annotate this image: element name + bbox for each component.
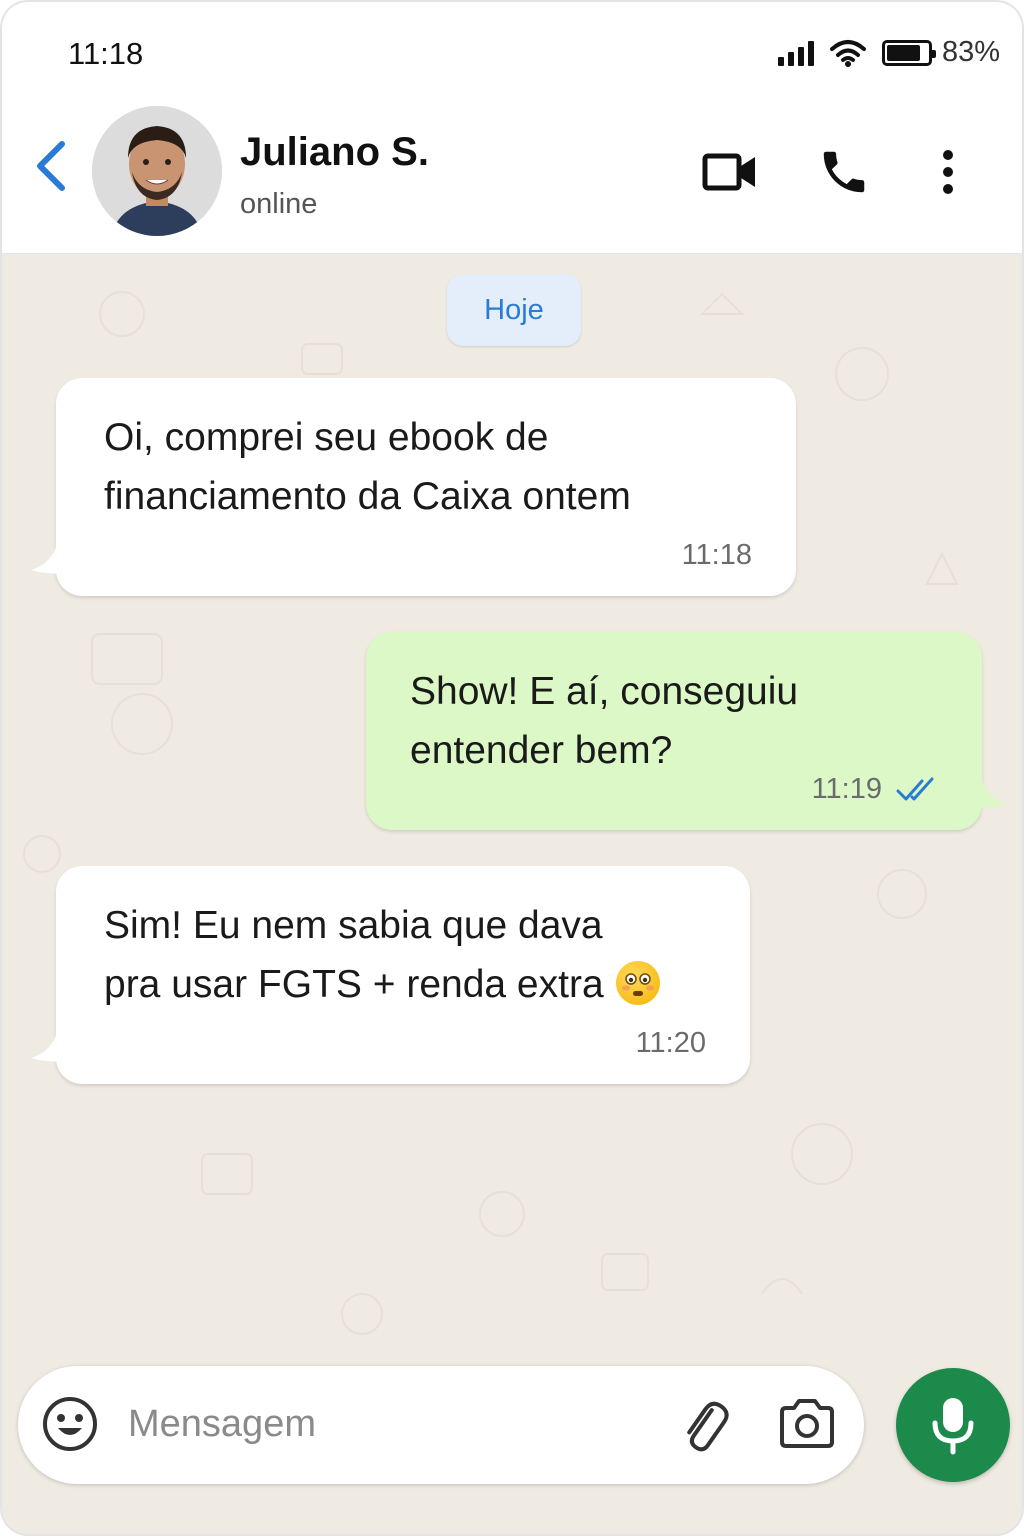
message-text: Show! E aí, conseguiu entender bem? <box>410 670 799 772</box>
chat-area[interactable]: Hoje Oi, comprei seu ebook de financiame… <box>2 254 1022 1364</box>
phone-icon <box>823 151 865 193</box>
mic-button[interactable] <box>896 1368 1010 1482</box>
message-bubble-incoming[interactable]: Oi, comprei seu ebook de financiamento d… <box>32 378 796 596</box>
status-bar: 11:18 83% <box>2 2 1022 102</box>
emoji-icon[interactable] <box>40 1394 100 1454</box>
status-icons: 83% <box>777 36 1000 69</box>
double-check-icon <box>896 777 934 800</box>
chat-header: Juliano S. online <box>2 102 1022 254</box>
message-composer <box>18 1366 864 1484</box>
voice-call-button[interactable] <box>814 142 874 202</box>
contact-name[interactable]: Juliano S. <box>240 130 429 175</box>
contact-status: online <box>240 188 318 220</box>
message-meta: 11:20 <box>636 1027 706 1060</box>
video-call-button[interactable] <box>700 142 760 202</box>
message-bubble-outgoing[interactable]: Show! E aí, conseguiu entender bem? 11:1… <box>366 632 1006 830</box>
avatar-image <box>92 106 222 236</box>
more-vert-icon <box>943 150 953 194</box>
message-text: Sim! Eu nem sabia que dava pra usar FGTS… <box>104 896 704 1014</box>
attach-icon[interactable] <box>670 1392 734 1456</box>
message-input[interactable] <box>128 1394 648 1454</box>
message-bubble-incoming[interactable]: Sim! Eu nem sabia que dava pra usar FGTS… <box>32 866 750 1084</box>
mic-icon <box>932 1398 974 1455</box>
avatar[interactable] <box>92 106 222 236</box>
more-options-button[interactable] <box>918 142 978 202</box>
message-time: 11:19 <box>811 773 882 805</box>
bubble-tail <box>32 1028 72 1062</box>
status-time: 11:18 <box>68 36 144 71</box>
date-chip: Hoje <box>447 274 581 346</box>
message-time: 11:20 <box>635 1027 706 1059</box>
bubble-tail <box>32 540 72 574</box>
video-call-icon <box>702 153 755 191</box>
message-meta: 11:18 <box>682 539 752 572</box>
back-icon[interactable] <box>28 138 72 194</box>
phone-screen: 11:18 83% Juliano S. online Hoje Oi, com… <box>0 0 1024 1536</box>
camera-icon[interactable] <box>776 1394 838 1454</box>
message-time: 11:18 <box>681 539 752 571</box>
wifi-icon <box>829 39 866 67</box>
flushed-emoji <box>615 960 660 1005</box>
message-meta: 11:19 <box>812 773 938 806</box>
signal-icon <box>777 40 814 66</box>
message-text-body: Sim! Eu nem sabia que dava pra usar FGTS… <box>104 904 604 1006</box>
bubble-tail <box>966 774 1006 808</box>
battery-icon <box>881 39 936 66</box>
battery-fill <box>886 44 921 61</box>
battery-percent: 83% <box>941 36 1000 68</box>
message-text: Oi, comprei seu ebook de financiamento d… <box>104 416 631 518</box>
